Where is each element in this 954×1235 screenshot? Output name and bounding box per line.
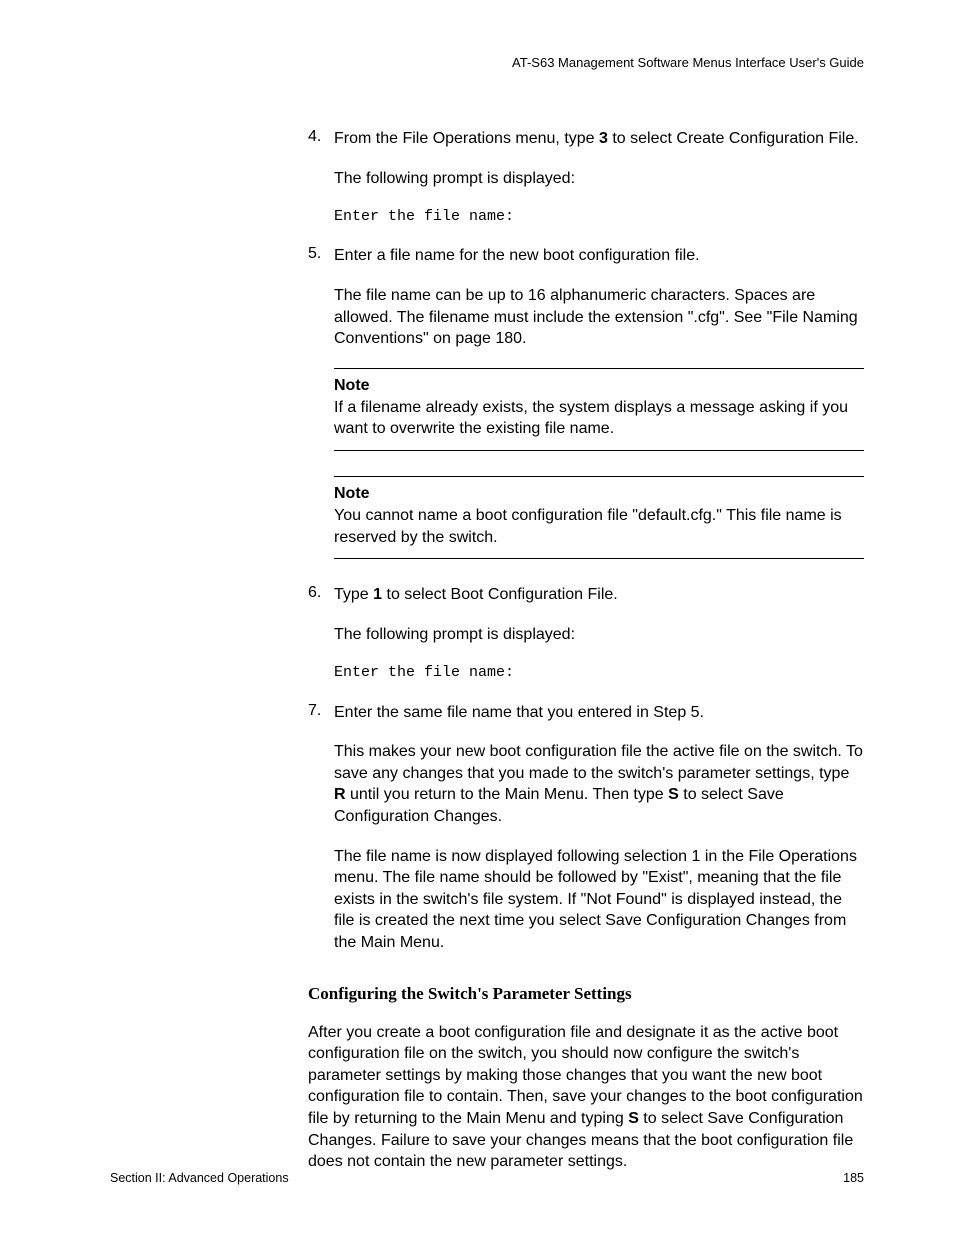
bold-key: R (334, 786, 346, 803)
step-body: Enter the same file name that you entere… (334, 702, 864, 954)
guide-title: AT-S63 Management Software Menus Interfa… (512, 55, 864, 70)
note-label: Note (334, 377, 864, 395)
text: to select Create Configuration File. (608, 130, 859, 147)
bold-key: 3 (599, 130, 608, 147)
note-box-1: Note If a filename already exists, the s… (334, 368, 864, 451)
step-5: 5. Enter a file name for the new boot co… (308, 245, 864, 349)
footer-section: Section II: Advanced Operations (110, 1171, 289, 1185)
page-header: AT-S63 Management Software Menus Interfa… (110, 55, 864, 70)
note-label: Note (334, 485, 864, 503)
bold-key: S (668, 786, 679, 803)
step-7: 7. Enter the same file name that you ent… (308, 702, 864, 954)
step-number: 5. (308, 245, 334, 349)
note-box-2: Note You cannot name a boot configuratio… (334, 476, 864, 559)
main-content: 4. From the File Operations menu, type 3… (308, 128, 864, 954)
text: From the File Operations menu, type (334, 130, 599, 147)
subheading: Configuring the Switch's Parameter Setti… (308, 984, 864, 1004)
step-4-p1: From the File Operations menu, type 3 to… (334, 128, 864, 150)
step-7-p3: The file name is now displayed following… (334, 846, 864, 954)
step-7-p1: Enter the same file name that you entere… (334, 702, 864, 724)
text: This makes your new boot configuration f… (334, 743, 863, 782)
step-body: Type 1 to select Boot Configuration File… (334, 584, 864, 683)
step-4-p2: The following prompt is displayed: (334, 168, 864, 190)
step-5-p1: Enter a file name for the new boot confi… (334, 245, 864, 267)
page-footer: Section II: Advanced Operations 185 (110, 1171, 864, 1185)
step-number: 4. (308, 128, 334, 227)
step-4-prompt: Enter the file name: (334, 207, 864, 227)
body-paragraph: After you create a boot configuration fi… (308, 1022, 864, 1173)
step-number: 7. (308, 702, 334, 954)
step-7-p2: This makes your new boot configuration f… (334, 741, 864, 827)
step-4: 4. From the File Operations menu, type 3… (308, 128, 864, 227)
step-body: From the File Operations menu, type 3 to… (334, 128, 864, 227)
page: AT-S63 Management Software Menus Interfa… (0, 0, 954, 1235)
bold-key: 1 (373, 586, 382, 603)
step-body: Enter a file name for the new boot confi… (334, 245, 864, 349)
step-6-p2: The following prompt is displayed: (334, 624, 864, 646)
note-text: You cannot name a boot configuration fil… (334, 505, 864, 548)
step-6-prompt: Enter the file name: (334, 663, 864, 683)
text: until you return to the Main Menu. Then … (346, 786, 669, 803)
text: Type (334, 586, 373, 603)
section-block: Configuring the Switch's Parameter Setti… (308, 984, 864, 1173)
step-6: 6. Type 1 to select Boot Configuration F… (308, 584, 864, 683)
note-text: If a filename already exists, the system… (334, 397, 864, 440)
step-number: 6. (308, 584, 334, 683)
text: to select Boot Configuration File. (382, 586, 618, 603)
step-5-p2: The file name can be up to 16 alphanumer… (334, 285, 864, 350)
step-6-p1: Type 1 to select Boot Configuration File… (334, 584, 864, 606)
footer-page-number: 185 (843, 1171, 864, 1185)
bold-key: S (628, 1110, 639, 1127)
